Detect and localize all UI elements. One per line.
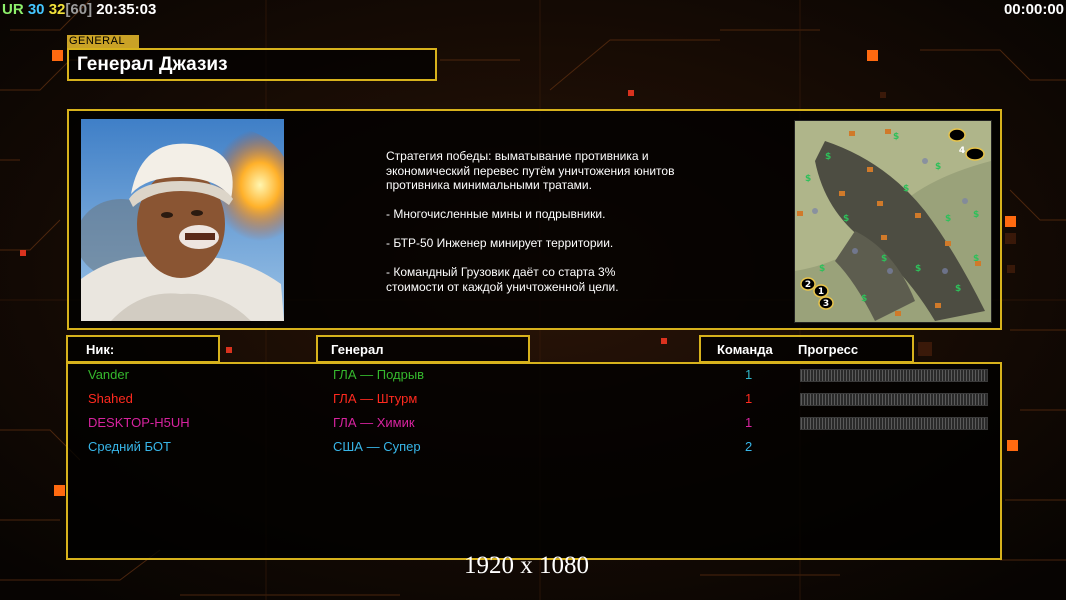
player-nick: Vander: [88, 367, 129, 382]
map-marker-1: 1: [818, 287, 824, 297]
strategy-paragraph: - БТР-50 Инженер минирует территории.: [386, 236, 614, 250]
svg-text:$: $: [881, 254, 887, 264]
general-info-panel: Стратегия победы: выматывание противника…: [67, 109, 1002, 330]
svg-text:$: $: [935, 162, 941, 172]
player-row: DESKTOP-H5UH ГЛА — Химик 1: [68, 413, 1000, 433]
player-progress-bar: [800, 369, 988, 382]
game-timer: 00:00:00: [1003, 1, 1064, 18]
player-row: Средний БОТ США — Супер 2: [68, 437, 1000, 457]
svg-text:$: $: [945, 214, 951, 224]
map-preview: $ $ $ $ $ $ $ $ $ $ $ $ $ $ 4 2 1 3: [794, 120, 992, 323]
players-list: Vander ГЛА — Подрыв 1 Shahed ГЛА — Штурм 1 DES…: [66, 362, 1002, 560]
fps-value: 30: [27, 1, 45, 18]
strategy-paragraph: - Командный Грузовик даёт со старта 3% с…: [386, 265, 619, 294]
general-tag: GENERAL: [67, 35, 139, 48]
player-general: ГЛА — Подрыв: [333, 367, 425, 382]
player-general: ГЛА — Штурм: [333, 391, 418, 406]
column-nick-label: Ник:: [86, 342, 115, 357]
player-nick: Средний БОТ: [88, 439, 171, 454]
player-general: США — Супер: [333, 439, 421, 454]
svg-text:$: $: [893, 132, 899, 142]
player-general: ГЛА — Химик: [333, 415, 415, 430]
player-row: Shahed ГЛА — Штурм 1: [68, 389, 1000, 409]
general-name: Генерал Джазиз: [77, 54, 228, 75]
strategy-paragraph: - Многочисленные мины и подрывники.: [386, 207, 606, 221]
player-nick: DESKTOP-H5UH: [88, 415, 190, 430]
column-header-nick: Ник:: [66, 335, 220, 363]
column-header-team-progress: Команда Прогресс: [699, 335, 914, 363]
player-team: 1: [745, 391, 753, 406]
fps-counter: UR 30 32[60] 20:35:03: [2, 1, 156, 18]
svg-text:$: $: [819, 264, 825, 274]
player-team: 1: [745, 367, 753, 382]
svg-text:$: $: [915, 264, 921, 274]
column-header-general: Генерал: [316, 335, 530, 363]
column-progress-label: Прогресс: [798, 342, 859, 357]
fps-limit: [60]: [65, 1, 93, 18]
map-marker-4: 4: [959, 146, 965, 156]
svg-text:$: $: [955, 284, 961, 294]
general-portrait: [81, 119, 284, 321]
svg-text:$: $: [843, 214, 849, 224]
player-row: Vander ГЛА — Подрыв 1: [68, 365, 1000, 385]
player-team: 2: [745, 439, 753, 454]
column-team-label: Команда: [717, 342, 773, 357]
map-marker-3: 3: [823, 299, 829, 309]
svg-text:$: $: [825, 152, 831, 162]
strategy-description: Стратегия победы: выматывание противника…: [386, 149, 736, 309]
svg-text:$: $: [805, 174, 811, 184]
player-team: 1: [745, 415, 753, 430]
player-nick: Shahed: [88, 391, 133, 406]
strategy-paragraph: Стратегия победы: выматывание противника…: [386, 149, 675, 192]
player-progress-bar: [800, 417, 988, 430]
svg-text:$: $: [973, 210, 979, 220]
resolution-label: 1920 x 1080: [464, 552, 589, 579]
column-general-label: Генерал: [331, 342, 384, 357]
map-marker-2: 2: [805, 280, 811, 290]
fps-value-2: 32: [48, 1, 66, 18]
svg-text:$: $: [861, 294, 867, 304]
svg-text:$: $: [903, 184, 909, 194]
ur-label: UR: [2, 1, 24, 18]
general-title-box: Генерал Джазиз: [67, 48, 437, 81]
system-clock: 20:35:03: [96, 1, 157, 18]
player-progress-bar: [800, 393, 988, 406]
